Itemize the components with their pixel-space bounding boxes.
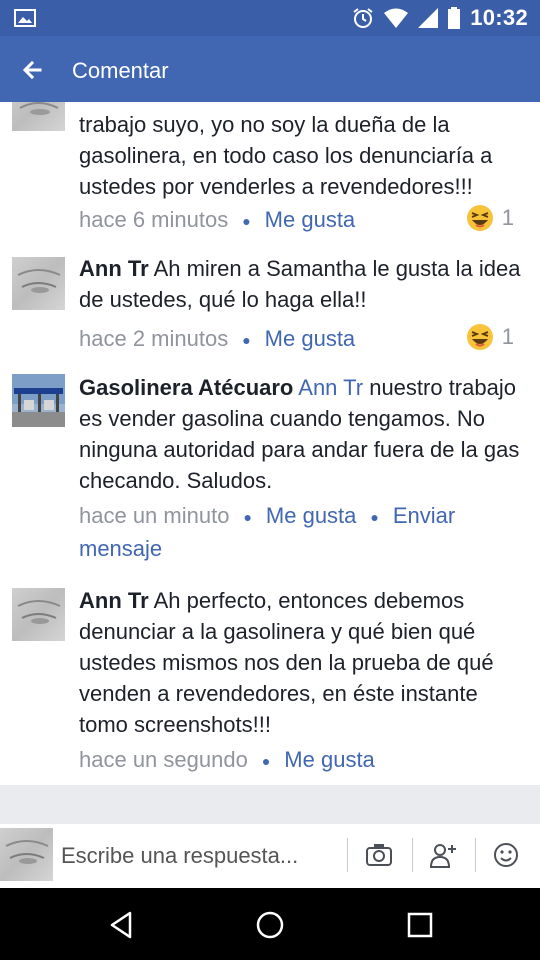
separator-dot: ● [242,212,251,229]
comment-meta: hace 2 minutos ● Me gusta [79,323,526,356]
divider [347,838,348,872]
page-title: Comentar [72,58,169,83]
alarm-icon [353,8,373,28]
back-arrow-icon[interactable] [18,56,46,84]
reaction-summary[interactable]: 1 [466,323,514,351]
comment-meta: hace un minuto ● Me gusta ● Enviar mensaje [79,500,526,564]
divider [475,838,476,872]
comment-author[interactable]: Gasolinera Atécuaro [79,375,293,400]
reply-bar: Escribe una respuesta... [0,824,540,888]
camera-icon[interactable] [364,840,394,870]
avatar[interactable] [12,257,65,310]
status-bar: 10:32 [0,0,540,36]
wifi-icon [384,8,409,28]
reply-input[interactable]: Escribe una respuesta... [61,843,298,869]
comment-time: hace 2 minutos [79,326,229,351]
avatar[interactable] [12,102,65,131]
battery-icon [448,7,461,29]
like-button[interactable]: Me gusta [265,326,356,351]
divider [412,838,413,872]
comment-text: trabajo suyo, yo no soy la dueña de la g… [79,112,493,199]
emoji-icon[interactable] [491,840,521,870]
reaction-count: 1 [501,205,514,230]
separator-dot: ● [370,508,379,525]
nav-back-icon[interactable] [106,910,136,940]
separator-dot: ● [243,508,252,525]
comment-meta: hace 6 minutos ● Me gusta [79,204,526,237]
comment-time: hace un minuto [79,503,230,528]
comment-meta: hace un segundo ● Me gusta [79,744,526,777]
nav-home-icon[interactable] [255,910,285,940]
signal-icon [418,8,439,28]
user-avatar [0,828,53,881]
nav-recents-icon[interactable] [405,910,435,940]
haha-reaction-icon [466,205,493,231]
app-bar: Comentar [0,36,540,102]
separator-dot: ● [261,752,271,769]
comment-mention[interactable]: Ann Tr [293,375,363,400]
status-time: 10:32 [470,5,528,30]
tag-friend-icon[interactable] [428,840,458,870]
like-button[interactable]: Me gusta [284,747,375,772]
avatar[interactable] [12,374,65,427]
reaction-summary[interactable]: 1 [466,204,514,232]
comment-text: Ann Tr Ah miren a Samantha le gusta la i… [79,256,521,312]
comment-time: hace 6 minutos [79,207,229,232]
reaction-count: 1 [501,324,514,349]
comment-time: hace un segundo [79,747,248,772]
separator-dot: ● [242,331,251,348]
status-icons: 10:32 [352,5,528,30]
comments-list[interactable]: trabajo suyo, yo no soy la dueña de la g… [0,102,540,785]
image-icon [14,9,36,27]
comment-text: Ann Tr Ah perfecto, entonces debemos den… [79,588,494,737]
comment-author[interactable]: Ann Tr [79,256,149,281]
like-button[interactable]: Me gusta [265,207,356,232]
comment-text: Gasolinera Atécuaro Ann Tr nuestro traba… [79,375,520,493]
like-button[interactable]: Me gusta [266,503,357,528]
system-nav-bar [0,888,540,960]
avatar[interactable] [12,588,65,641]
comment-author[interactable]: Ann Tr [79,588,149,613]
haha-reaction-icon [466,324,493,350]
